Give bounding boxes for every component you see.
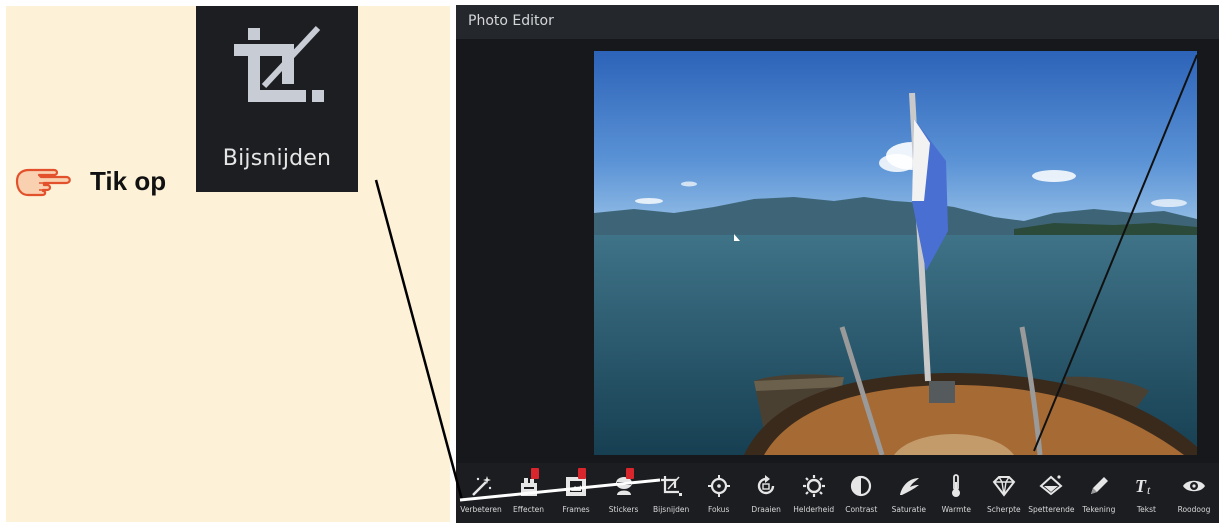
focus-icon <box>707 475 730 497</box>
tool-label: Verbeteren <box>460 505 502 514</box>
tool-label: Stickers <box>608 505 639 514</box>
tutorial-page: Tik op Bijsnijden Photo Editor Verbetere… <box>0 0 1222 528</box>
tool-label: Warmte <box>941 505 971 514</box>
tool-label: Draaien <box>751 505 781 514</box>
tool-label: Tekening <box>1082 505 1116 514</box>
splash-icon <box>1039 475 1063 496</box>
contrast-icon <box>851 475 872 497</box>
tool-spetterende[interactable]: Spetterende <box>1028 463 1075 523</box>
text-icon: T t <box>1135 476 1151 497</box>
saturation-icon <box>899 478 919 495</box>
tool-label: Tekst <box>1136 505 1156 514</box>
brightness-icon <box>802 475 825 497</box>
tool-effecten[interactable]: Effecten <box>506 463 552 523</box>
crop-icon <box>661 476 683 496</box>
pointing-hand-icon <box>15 168 71 197</box>
tool-label: Saturatie <box>891 505 926 514</box>
eye-icon <box>1182 480 1205 492</box>
svg-text:t: t <box>1147 483 1151 497</box>
tool-label: Scherpte <box>987 505 1021 514</box>
thermometer-icon <box>952 474 961 497</box>
new-badge <box>578 468 587 479</box>
app-title: Photo Editor <box>468 13 554 29</box>
tool-label: Helderheid <box>793 505 835 514</box>
tool-label: Spetterende <box>1028 505 1075 514</box>
callout-crop-button: Bijsnijden <box>196 6 358 192</box>
tool-bar: Verbeteren Effecten Frames Stickers Bijs… <box>456 463 1219 523</box>
tool-bijsnijden[interactable]: Bijsnijden <box>648 463 694 523</box>
rotate-icon <box>758 475 775 495</box>
tool-draaien[interactable]: Draaien <box>743 463 789 523</box>
tool-frames[interactable]: Frames <box>553 463 599 523</box>
titlebar: Photo Editor <box>456 5 1219 39</box>
svg-text:T: T <box>1135 476 1147 496</box>
tool-contrast[interactable]: Contrast <box>838 463 884 523</box>
canvas-area <box>456 39 1219 463</box>
tool-label: Effecten <box>513 505 544 514</box>
tool-tekst[interactable]: T t Tekst <box>1123 463 1169 523</box>
tool-scherpte[interactable]: Scherpte <box>981 463 1027 523</box>
tool-label: Fokus <box>707 505 730 514</box>
tool-roodoog[interactable]: Roodoog <box>1171 463 1217 523</box>
magic-wand-icon <box>472 476 492 496</box>
instruction-text: Tik op <box>90 166 167 196</box>
tool-label: Bijsnijden <box>652 505 690 514</box>
tool-label: Contrast <box>845 505 878 514</box>
new-badge <box>530 468 539 479</box>
tool-fokus[interactable]: Fokus <box>696 463 742 523</box>
crop-icon <box>234 25 324 102</box>
tool-saturatie[interactable]: Saturatie <box>886 463 932 523</box>
new-badge <box>625 468 634 479</box>
tool-label: Roodoog <box>1177 505 1211 514</box>
callout-label: Bijsnijden <box>222 146 332 171</box>
tool-verbeteren[interactable]: Verbeteren <box>458 463 504 523</box>
tool-warmte[interactable]: Warmte <box>933 463 979 523</box>
tool-label: Frames <box>562 505 590 514</box>
pencil-icon <box>1090 477 1108 494</box>
tool-tekening[interactable]: Tekening <box>1076 463 1122 523</box>
tool-helderheid[interactable]: Helderheid <box>791 463 837 523</box>
tool-stickers[interactable]: Stickers <box>601 463 647 523</box>
photo-editor-window: Photo Editor Verbeteren Effecten Frames … <box>456 5 1219 523</box>
photo-preview[interactable] <box>594 51 1197 455</box>
diamond-icon <box>992 476 1016 497</box>
